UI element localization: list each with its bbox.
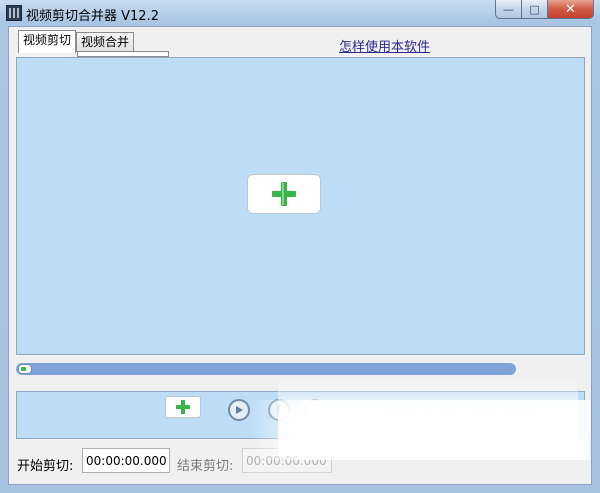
start-cut-input[interactable] <box>82 448 170 473</box>
tab-video-cut[interactable]: 视频剪切 <box>18 30 77 53</box>
close-icon: ✕ <box>565 1 576 17</box>
film-icon <box>6 5 22 21</box>
close-button[interactable]: ✕ <box>548 0 594 19</box>
mark-in-button[interactable]: [ <box>268 399 290 421</box>
minimize-icon: — <box>503 2 514 16</box>
maximize-button[interactable]: □ <box>522 0 548 19</box>
timeline-slider[interactable] <box>16 363 516 375</box>
bracket-left-icon: [ <box>275 403 283 417</box>
title-bar[interactable]: 视频剪切合并器 V12.2 — □ ✕ <box>0 0 600 26</box>
window-title: 视频剪切合并器 V12.2 <box>26 9 159 24</box>
video-preview-panel <box>16 57 585 355</box>
window-controls: — □ ✕ <box>495 0 594 20</box>
app-window: 视频剪切合并器 V12.2 — □ ✕ 视频剪切 视频合并 怎样使用本软件 [… <box>0 0 600 493</box>
play-button[interactable] <box>228 399 250 421</box>
maximize-icon: □ <box>529 2 540 16</box>
tab-video-merge[interactable]: 视频合并 <box>76 32 135 52</box>
plus-icon <box>176 400 190 414</box>
mark-out-button[interactable]: ] <box>304 399 326 421</box>
play-icon <box>236 406 243 414</box>
timecode-display: 00:00:00.000 / 00:00:00.000 <box>384 408 543 421</box>
add-file-button[interactable] <box>165 396 201 418</box>
end-cut-input[interactable] <box>242 448 332 473</box>
bracket-right-icon: ] <box>311 403 319 417</box>
start-cut-label: 开始剪切: <box>17 459 74 474</box>
minimize-button[interactable]: — <box>495 0 522 19</box>
playback-controls: [ ] 00:00:00.000 / 00:00:00.000 <box>16 391 585 439</box>
client-area: 视频剪切 视频合并 怎样使用本软件 [] 00:00:00.000 / 00:… <box>8 26 592 485</box>
help-link[interactable]: 怎样使用本软件 <box>339 36 430 55</box>
plus-icon <box>272 182 296 206</box>
end-cut-label: 结束剪切: <box>177 459 234 474</box>
slider-handle[interactable] <box>18 364 32 374</box>
add-video-button[interactable] <box>247 174 321 214</box>
